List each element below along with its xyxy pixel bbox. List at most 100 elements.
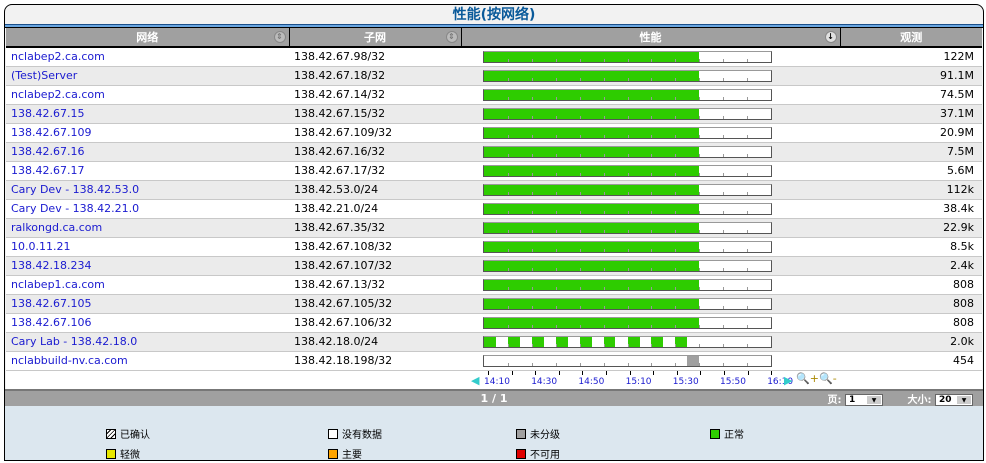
performance-bar[interactable] [483,107,772,120]
network-link[interactable]: Cary Dev - 138.42.53.0 [6,180,289,200]
bar-tick [651,229,653,233]
column-header-network[interactable]: 网络 ⇕ [6,28,290,48]
performance-bar[interactable] [483,221,772,234]
bar-tick [603,134,605,138]
size-value: 20 [939,394,952,405]
bar-tick [627,115,629,119]
legend-item: 轻微 [106,446,140,461]
column-header-performance[interactable]: 性能 ↓ [461,28,841,48]
network-link[interactable]: ralkongd.ca.com [6,218,289,238]
performance-bar[interactable] [483,240,772,253]
legend-swatch-icon [106,448,116,459]
axis-spacer [289,370,461,389]
sort-desc-icon[interactable]: ↓ [824,31,837,43]
performance-bar[interactable] [483,297,772,310]
bar-tick [555,324,557,328]
network-link[interactable]: nclabbuild-nv.ca.com [6,351,289,371]
bar-tick [699,77,701,81]
performance-bar[interactable] [483,354,772,367]
bar-tick [579,77,581,81]
scroll-left-icon[interactable]: ◀ [471,374,479,387]
network-link[interactable]: nclabep2.ca.com [6,85,289,105]
performance-bar[interactable] [483,316,772,329]
performance-bar[interactable] [483,183,772,196]
scroll-right-icon[interactable]: ▶ [784,374,792,387]
network-link[interactable]: 138.42.67.15 [6,104,289,124]
bar-tick [723,210,725,214]
column-header-observed[interactable]: 观测 [840,28,982,48]
network-link[interactable]: (Test)Server [6,66,289,86]
network-link[interactable]: Cary Dev - 138.42.21.0 [6,199,289,219]
observed-cell: 2.4k [840,256,982,276]
network-link[interactable]: 10.0.11.21 [6,237,289,257]
axis-tick [629,370,631,375]
bar-tick [579,286,581,290]
bar-tick [699,153,701,157]
subnet-cell: 138.42.67.13/32 [289,275,461,295]
header-label: 网络 [136,31,159,44]
bar-tick [507,267,509,271]
network-link[interactable]: nclabep1.ca.com [6,275,289,295]
sort-icon[interactable]: ⇕ [273,31,286,43]
network-link[interactable]: 138.42.67.106 [6,313,289,333]
legend-label: 轻微 [120,450,140,461]
network-link[interactable]: nclabep2.ca.com [6,47,289,67]
performance-bar[interactable] [483,88,772,101]
bar-tick [747,229,749,233]
performance-bar[interactable] [483,69,772,82]
performance-bar[interactable] [483,126,772,139]
bar-tick [627,96,629,100]
perf-segment [484,241,700,252]
performance-bar[interactable] [483,259,772,272]
bar-tick [603,115,605,119]
bar-tick [507,229,509,233]
perf-segment [484,146,700,157]
size-select[interactable]: 20 ▼ [935,393,973,406]
performance-bar[interactable] [483,145,772,158]
bar-tick [555,58,557,62]
network-link[interactable]: 138.42.67.105 [6,294,289,314]
subnet-cell: 138.42.67.16/32 [289,142,461,162]
performance-bar[interactable] [483,335,772,348]
axis-minor-tick [747,370,749,375]
subnet-cell: 138.42.18.198/32 [289,351,461,371]
bar-tick [555,77,557,81]
network-link[interactable]: Cary Lab - 138.42.18.0 [6,332,289,352]
network-link[interactable]: 138.42.67.17 [6,161,289,181]
performance-bar[interactable] [483,202,772,215]
bar-tick [651,96,653,100]
bar-tick [627,362,629,366]
performance-bar[interactable] [483,50,772,63]
bar-tick [531,191,533,195]
legend-label: 正常 [724,430,744,441]
perf-segment [484,279,700,290]
performance-bar[interactable] [483,164,772,177]
axis-tick [676,370,678,375]
network-link[interactable]: 138.42.18.234 [6,256,289,276]
bar-tick [603,267,605,271]
bar-tick [675,267,677,271]
network-link[interactable]: 138.42.67.16 [6,142,289,162]
observed-cell: 8.5k [840,237,982,257]
perf-segment [484,51,700,62]
performance-cell [461,199,840,219]
perf-segment [484,317,700,328]
page-select[interactable]: 1 ▼ [845,393,883,406]
bar-tick [747,305,749,309]
bar-tick [699,343,701,347]
bar-tick [675,324,677,328]
time-axis: ◀ 14:10 14:30 14:50 15:10 15:30 15:50 16:10 ▶ 🔍+ 🔍… [471,370,837,389]
bar-tick [603,191,605,195]
bar-tick [627,191,629,195]
bar-tick [555,267,557,271]
subnet-cell: 138.42.53.0/24 [289,180,461,200]
column-header-subnet[interactable]: 子网 ⇕ [289,28,462,48]
bar-tick [555,172,557,176]
bar-tick [747,210,749,214]
zoom-out-icon[interactable]: 🔍- [819,372,837,385]
zoom-in-icon[interactable]: 🔍+ [796,372,819,385]
network-link[interactable]: 138.42.67.109 [6,123,289,143]
observed-cell: 7.5M [840,142,982,162]
performance-bar[interactable] [483,278,772,291]
sort-icon[interactable]: ⇕ [445,31,458,43]
